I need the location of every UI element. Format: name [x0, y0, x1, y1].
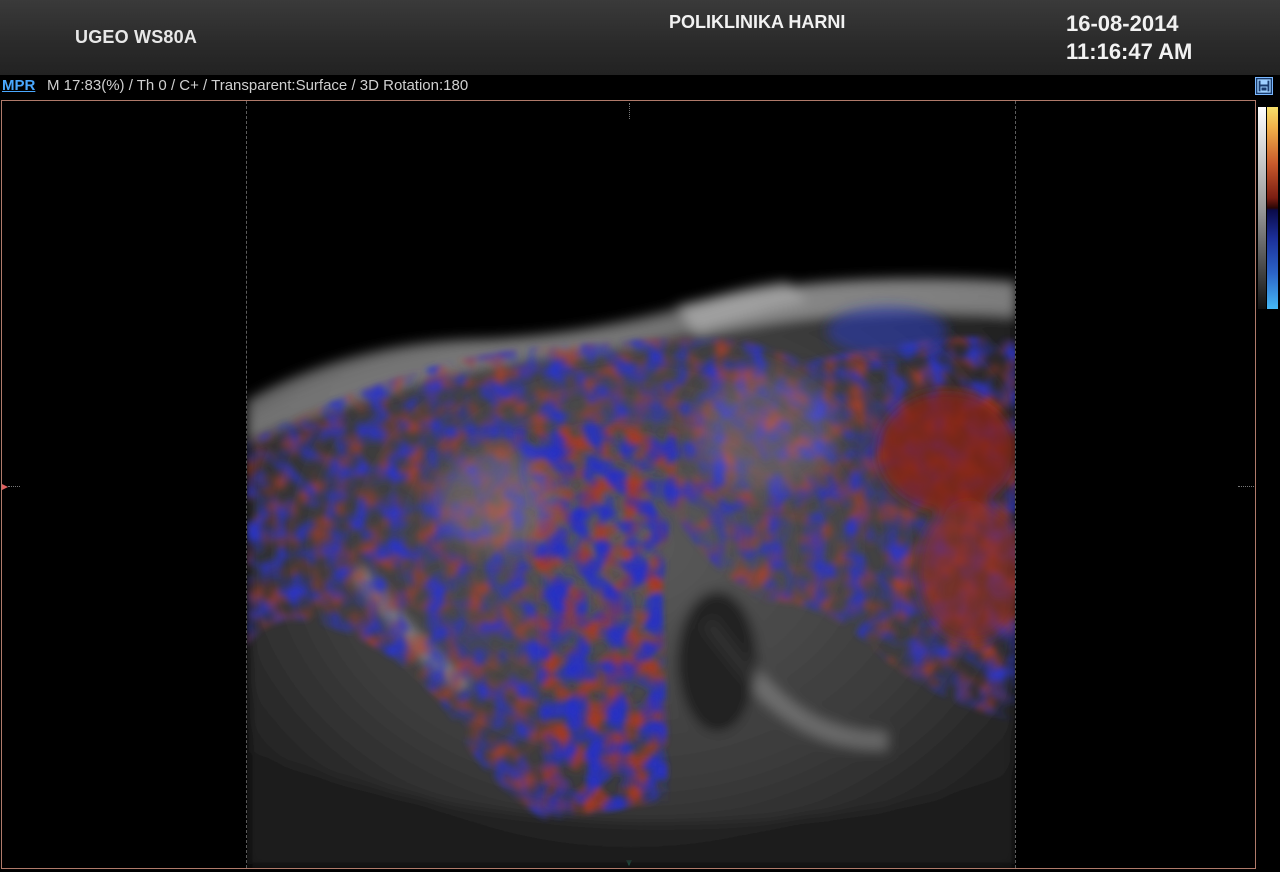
- device-name: UGEO WS80A: [75, 27, 198, 47]
- render-params: M 17:83(%) / Th 0 / C+ / Transparent:Sur…: [47, 77, 469, 94]
- 3d-render-viewport[interactable]: [1, 100, 1256, 869]
- exam-time: 11:16:47 AM: [1066, 39, 1193, 64]
- left-guide-line: [8, 486, 20, 487]
- exam-date: 16-08-2014: [1066, 11, 1179, 36]
- header-bar: UGEO WS80A POLIKLINIKA HARNI 16-08-2014 …: [0, 0, 1280, 76]
- right-guide-line: [1238, 486, 1254, 487]
- mpr-mode-link[interactable]: MPR: [2, 77, 35, 94]
- info-line: MPR M 17:83(%) / Th 0 / C+ / Transparent…: [0, 75, 1280, 99]
- volume-render: [246, 101, 1016, 868]
- ultrasound-image: [247, 278, 1015, 868]
- ultrasound-screen: UGEO WS80A POLIKLINIKA HARNI 16-08-2014 …: [0, 0, 1280, 872]
- doppler-color-scale: [1267, 107, 1278, 309]
- save-icon: [1257, 79, 1271, 93]
- left-plane-marker: [2, 484, 8, 490]
- save-button[interactable]: [1255, 77, 1273, 95]
- clinic-name: POLIKLINIKA HARNI: [669, 12, 846, 32]
- grayscale-bar: [1258, 107, 1266, 309]
